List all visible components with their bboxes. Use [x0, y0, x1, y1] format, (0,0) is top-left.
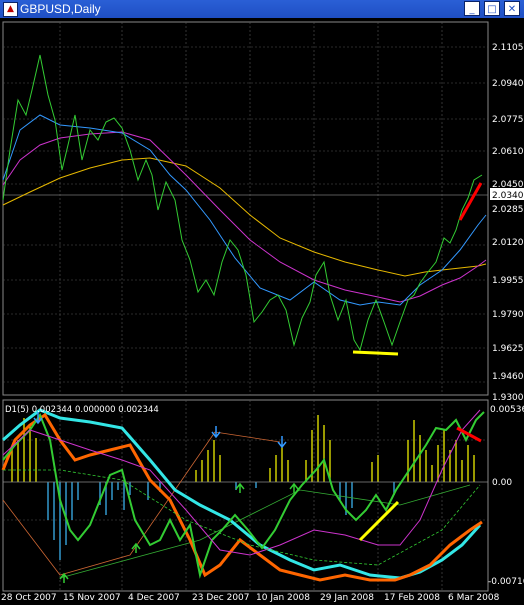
price-label: 2.0775: [492, 115, 524, 125]
current-price-label: 2.0340: [492, 191, 524, 201]
price-panel: [2, 21, 489, 396]
price-label: 1.9790: [492, 310, 524, 320]
indicator-yellow-trend: [358, 500, 400, 542]
price-label: 2.0285: [492, 205, 524, 215]
price-label: 1.9460: [492, 372, 524, 382]
indicator-cyan-line: [2, 408, 482, 580]
indicator-arrows-down: [33, 412, 287, 449]
date-label: 17 Feb 2008: [384, 593, 441, 603]
price-axis: 2.1105 2.0940 2.0775 2.0610 2.0450 2.028…: [492, 43, 524, 403]
indicator-magenta-line: [2, 409, 481, 556]
date-label: 29 Jan 2008: [320, 593, 374, 603]
indicator-panel: [2, 399, 489, 592]
date-label: 23 Dec 2007: [192, 593, 250, 603]
price-label: 1.9300: [492, 393, 524, 403]
indicator-dashed-line: [3, 469, 481, 566]
price-label: 2.0610: [492, 147, 524, 157]
indicator-histogram-positive: [11, 415, 475, 482]
chart-svg: 2.1105 2.0940 2.0775 2.0610 2.0450 2.028…: [1, 21, 524, 592]
yellow-support-line: [352, 350, 399, 356]
price-line: [2, 54, 483, 352]
close-button[interactable]: ✕: [504, 1, 520, 16]
price-label: 2.0940: [492, 79, 524, 89]
indicator-histogram-negative: [47, 482, 395, 560]
indicator-axis-label: -0.00716: [488, 577, 524, 587]
indicator-orange-line: [1, 412, 483, 582]
price-label: 1.9955: [492, 276, 524, 286]
indicator-grid: [3, 400, 488, 591]
date-label: 15 Nov 2007: [63, 593, 121, 603]
chart-area[interactable]: 2.1105 2.0940 2.0775 2.0610 2.0450 2.028…: [0, 18, 524, 605]
minimize-button[interactable]: _: [464, 1, 480, 16]
indicator-axis-label: 0.00: [492, 478, 512, 488]
price-grid: [3, 22, 488, 395]
maximize-button[interactable]: □: [484, 1, 500, 16]
indicator-axis: 0.00536 0.00 -0.00716: [488, 405, 524, 587]
date-label: 28 Oct 2007: [1, 593, 57, 603]
date-label: 10 Jan 2008: [256, 593, 310, 603]
price-label: 2.1105: [492, 43, 524, 53]
chart-window-icon[interactable]: ▲: [3, 2, 18, 17]
date-label: 4 Dec 2007: [128, 593, 180, 603]
ma-slow-line: [2, 157, 487, 277]
indicator-axis-label: 0.00536: [490, 405, 524, 415]
ma-mid-line: [2, 131, 487, 303]
price-label: 2.0120: [492, 238, 524, 248]
indicator-title: D1(5) 0.002344 0.000000 0.002344: [5, 405, 159, 415]
date-label: 6 Mar 2008: [448, 593, 500, 603]
window-title: GBPUSD,Daily: [20, 2, 101, 16]
divergence-lines: [2, 431, 471, 579]
title-bar[interactable]: ▲ GBPUSD,Daily _ □ ✕: [0, 0, 524, 18]
red-trend-line: [458, 182, 483, 221]
indicator-red-trend: [456, 426, 482, 443]
price-label: 1.9625: [492, 344, 524, 354]
